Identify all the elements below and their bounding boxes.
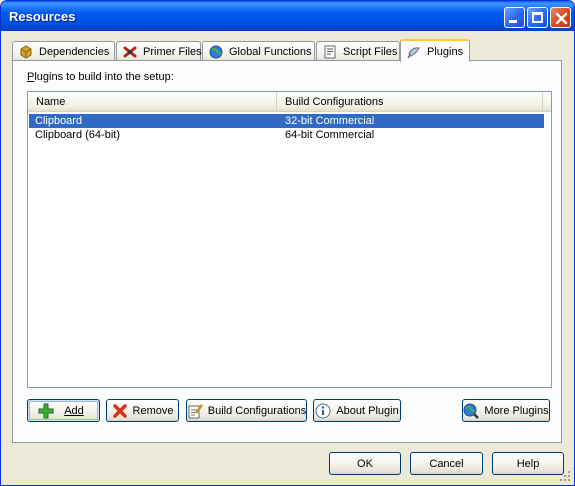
help-button[interactable]: Help xyxy=(492,452,564,475)
minimize-button[interactable] xyxy=(504,7,525,28)
title-bar[interactable]: Resources xyxy=(1,1,574,31)
label-text: lugins to build into the setup: xyxy=(34,71,174,83)
cancel-label: Cancel xyxy=(429,457,464,470)
column-header-build-configurations[interactable]: Build Configurations xyxy=(277,92,543,112)
more-plugins-label: More Plugins xyxy=(484,404,549,417)
tab-global-functions[interactable]: Global Functions xyxy=(202,41,315,61)
plugins-list[interactable]: Name Build Configurations Clipboard 32-b… xyxy=(27,91,552,388)
close-icon xyxy=(555,12,568,25)
remove-icon xyxy=(112,403,128,419)
add-button[interactable]: Add xyxy=(27,399,100,422)
list-header: Name Build Configurations xyxy=(28,92,551,112)
tab-script-files[interactable]: Script Files xyxy=(316,41,400,61)
tab-label: Primer Files xyxy=(143,45,202,58)
ok-button[interactable]: OK xyxy=(329,452,401,475)
about-plugin-button[interactable]: About Plugin xyxy=(313,399,401,422)
build-configurations-button[interactable]: Build Configurations xyxy=(186,399,307,422)
globe-icon xyxy=(209,45,223,59)
edit-config-icon xyxy=(187,403,203,419)
plugin-icon xyxy=(407,45,421,59)
remove-label: Remove xyxy=(132,404,174,417)
tab-label: Dependencies xyxy=(39,45,110,58)
box-icon xyxy=(19,44,33,59)
maximize-button[interactable] xyxy=(527,7,548,28)
maximize-icon xyxy=(532,12,543,23)
add-label: Add xyxy=(64,404,84,417)
plugin-config: 32-bit Commercial xyxy=(285,115,375,127)
info-icon xyxy=(315,403,331,419)
tab-label: Script Files xyxy=(343,45,398,58)
tab-plugins[interactable]: Plugins xyxy=(400,39,470,62)
help-label: Help xyxy=(516,457,540,470)
more-plugins-button[interactable]: More Plugins xyxy=(462,399,550,422)
plugin-config: 64-bit Commercial xyxy=(285,129,375,141)
plugins-list-label: Plugins to build into the setup: xyxy=(27,71,174,83)
window-title: Resources xyxy=(9,9,76,24)
script-icon xyxy=(323,45,337,59)
plugins-panel: Plugins to build into the setup: Name Bu… xyxy=(12,60,562,443)
close-button[interactable] xyxy=(550,7,571,28)
list-item[interactable]: Clipboard 32-bit Commercial xyxy=(29,114,544,128)
tab-label: Global Functions xyxy=(229,45,312,58)
build-configurations-label: Build Configurations xyxy=(207,404,307,417)
resources-dialog: Resources Dependencies Primer Files Glob… xyxy=(0,0,575,486)
list-item[interactable]: Clipboard (64-bit) 64-bit Commercial xyxy=(29,128,544,142)
about-plugin-label: About Plugin xyxy=(336,404,399,417)
tab-label: Plugins xyxy=(427,45,464,58)
tab-primer-files[interactable]: Primer Files xyxy=(116,41,202,61)
add-icon xyxy=(38,403,54,419)
globe-search-icon xyxy=(463,403,480,419)
cancel-button[interactable]: Cancel xyxy=(410,452,483,475)
minimize-icon xyxy=(509,20,517,23)
remove-button[interactable]: Remove xyxy=(106,399,179,422)
column-header-name[interactable]: Name xyxy=(28,92,277,112)
plugin-name: Clipboard (64-bit) xyxy=(35,129,120,141)
ok-label: OK xyxy=(357,457,373,470)
plugin-name: Clipboard xyxy=(35,115,83,127)
resize-grip-icon[interactable] xyxy=(560,471,571,482)
tab-dependencies[interactable]: Dependencies xyxy=(12,41,115,61)
primer-icon xyxy=(123,45,137,59)
